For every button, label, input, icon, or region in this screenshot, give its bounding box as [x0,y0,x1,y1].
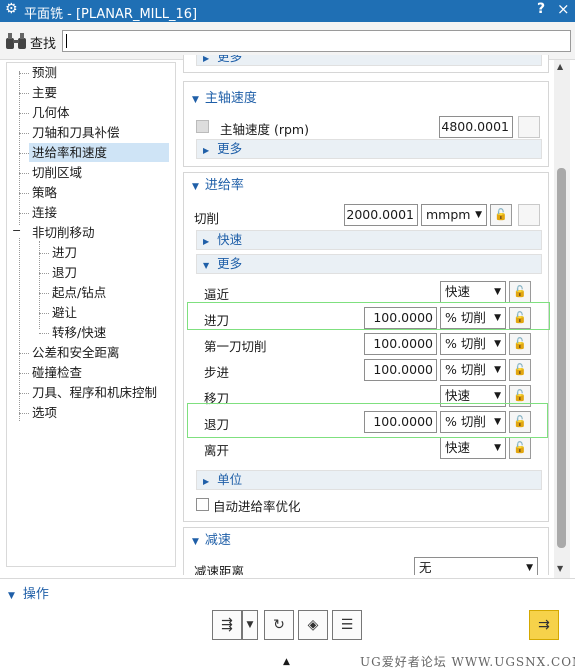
deceleration-group: ▼ 减速 减速距离 无 ▼ [183,527,549,575]
calculator-icon[interactable] [518,116,540,138]
feed-rate-group: ▼ 进给率 切削 2000.0001 mmpm ▼ 🔓 ▶ 快速 ▼ 更多 逼近 快速 ▼… [183,172,549,522]
deceleration-header[interactable]: ▼ 减速 [192,531,231,551]
generate-toolpath-icon[interactable]: ⇶ [212,610,242,640]
tree-item-tolerances[interactable]: 公差和安全距离 [29,343,123,362]
close-button[interactable]: × [557,0,570,18]
navigation-tree: − 预测 主要 几何体 刀轴和刀具补偿 进给率和速度 切削区域 策略 连接 非切… [6,62,176,567]
generate-dropdown-icon[interactable]: ▼ [242,610,258,640]
tree-item-tool-axis[interactable]: 刀轴和刀具补偿 [29,123,123,142]
tree-item-strategy[interactable]: 策略 [29,183,60,202]
first-cut-unit-select[interactable]: % 切削 ▼ [440,333,506,355]
approach-select[interactable]: 快速 ▼ [440,281,506,303]
approach-label: 逼近 [204,287,230,302]
tree-item-engage[interactable]: 进刀 [49,243,80,262]
calculator-icon[interactable] [518,204,540,226]
first-cut-input[interactable]: 100.0000 [364,333,437,355]
binoculars-icon [6,33,26,49]
tree-item-machine-control[interactable]: 刀具、程序和机床控制 [29,383,160,402]
window-title: 平面铣 - [PLANAR_MILL_16] [24,7,198,22]
scroll-thumb[interactable] [557,168,566,548]
previous-group: ▶ 更多 [183,55,549,73]
search-label: 查找 [30,37,57,52]
feed-more-header[interactable]: ▼ 更多 [196,254,542,274]
stepover-label: 步进 [204,365,230,380]
tree-item-collision[interactable]: 碰撞检查 [29,363,85,382]
tree-item-connections[interactable]: 连接 [29,203,60,222]
actions-header[interactable]: ▼ 操作 [8,583,49,602]
gear-icon[interactable]: ⚙ [5,1,18,17]
stepover-input[interactable]: 100.0000 [364,359,437,381]
lock-icon[interactable]: 🔓 [509,281,531,303]
lock-icon[interactable]: 🔓 [509,333,531,355]
engage-highlight [187,302,550,330]
tree-item-feeds-speeds[interactable]: 进给率和速度 [29,143,169,162]
cut-feed-label: 切削 [194,211,220,226]
lock-icon[interactable]: 🔓 [490,204,512,226]
spindle-speed-header[interactable]: ▼ 主轴速度 [192,89,257,109]
spindle-speed-group: ▼ 主轴速度 主轴速度 (rpm) 4800.0001 ▶ 更多 [183,81,549,167]
tree-collapse-toggle[interactable]: − [12,225,22,237]
feed-rate-header[interactable]: ▼ 进给率 [192,176,244,196]
help-button[interactable]: ? [537,1,545,17]
spindle-speed-input[interactable]: 4800.0001 [439,116,513,138]
tree-item-retract[interactable]: 退刀 [49,263,80,282]
lock-icon[interactable]: 🔓 [509,437,531,459]
cut-feed-input[interactable]: 2000.0001 [344,204,418,226]
replay-toolpath-icon[interactable]: ↻ [264,610,294,640]
first-cut-label: 第一刀切削 [204,339,267,354]
tree-item-avoidance[interactable]: 避让 [49,303,80,322]
feed-speed-wizard-icon[interactable]: ⇉ [529,610,559,640]
previous-more-header[interactable]: ▶ 更多 [196,55,542,66]
units-header[interactable]: ▶ 单位 [196,470,542,490]
lock-icon[interactable]: 🔓 [509,359,531,381]
tree-item-options[interactable]: 选项 [29,403,60,422]
retract-highlight [187,403,548,438]
stepover-unit-select[interactable]: % 切削 ▼ [440,359,506,381]
list-toolpath-icon[interactable]: ☰ [332,610,362,640]
decel-distance-select[interactable]: 无 ▼ [414,557,538,575]
tree-item-cut-regions[interactable]: 切削区域 [29,163,85,182]
watermark: UG爱好者论坛 WWW.UGSNX.COM [360,655,575,669]
decel-distance-label: 减速距离 [194,564,245,575]
verify-toolpath-icon[interactable]: ◈ [298,610,328,640]
search-input[interactable] [62,30,571,52]
depart-select[interactable]: 快速 ▼ [440,437,506,459]
auto-feed-opt-checkbox[interactable] [196,498,209,511]
title-bar: ⚙ 平面铣 - [PLANAR_MILL_16] ? × [0,0,575,22]
spindle-speed-checkbox[interactable] [196,120,209,133]
tree-item-transfer[interactable]: 转移/快速 [49,323,109,342]
tree-item-start-drill[interactable]: 起点/钻点 [49,283,109,302]
tree-item-main[interactable]: 主要 [29,83,60,102]
tree-item-geometry[interactable]: 几何体 [29,103,73,122]
spindle-more-header[interactable]: ▶ 更多 [196,139,542,159]
collapse-arrow-icon[interactable]: ▲ [283,657,290,667]
auto-feed-opt-label: 自动进给率优化 [213,499,301,514]
tree-item-non-cutting[interactable]: 非切削移动 [29,223,98,242]
panel-scrollbar[interactable]: ▲ ▼ [554,60,570,578]
rapid-header[interactable]: ▶ 快速 [196,230,542,250]
scroll-up-icon[interactable]: ▲ [557,62,563,71]
spindle-speed-label: 主轴速度 (rpm) [220,122,309,137]
cut-feed-unit-select[interactable]: mmpm ▼ [421,204,487,226]
tree-item-preview[interactable]: 预测 [29,63,60,82]
scroll-down-icon[interactable]: ▼ [557,564,563,573]
depart-label: 离开 [204,443,230,458]
